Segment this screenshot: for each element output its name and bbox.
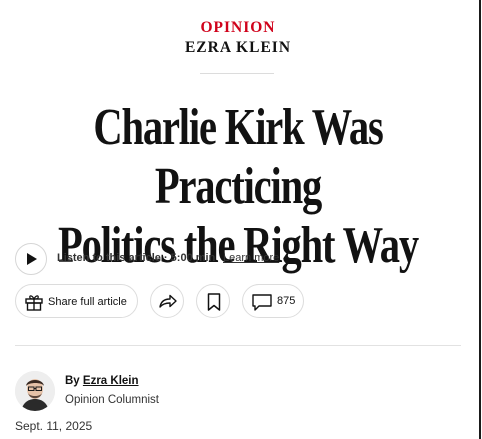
author-name-link[interactable]: Ezra Klein (83, 375, 139, 387)
save-bookmark-button[interactable] (196, 284, 230, 318)
byline: By Ezra Klein (65, 375, 139, 387)
comment-icon (252, 294, 272, 311)
listen-label: Listen to this article · 5:00 min (57, 252, 216, 264)
author-photo (15, 371, 55, 411)
byline-divider (15, 345, 461, 346)
kicker-divider (200, 73, 274, 74)
comments-button[interactable]: 875 (242, 284, 304, 318)
learn-more-link[interactable]: Learn more (223, 252, 279, 264)
author-role: Opinion Columnist (65, 394, 159, 406)
author-avatar[interactable] (15, 371, 55, 411)
share-arrow-icon (159, 294, 177, 308)
play-icon (27, 253, 37, 265)
gift-icon (25, 295, 43, 311)
share-full-article-label: Share full article (48, 296, 127, 308)
headline-line-1: Charlie Kirk Was Practicing (93, 99, 383, 215)
article-headline: Charlie Kirk Was Practicing Politics the… (52, 98, 423, 275)
share-full-article-button[interactable]: Share full article (15, 284, 138, 318)
page-edge-rule (479, 0, 481, 439)
bookmark-icon (207, 293, 221, 311)
section-label[interactable]: OPINION (0, 19, 476, 37)
byline-prefix: By (65, 375, 80, 387)
listen-play-button[interactable] (15, 243, 47, 275)
comment-count: 875 (277, 295, 296, 307)
headline-line-2: Politics the Right Way (58, 217, 419, 274)
share-button[interactable] (150, 284, 184, 318)
publish-date: Sept. 11, 2025 (15, 419, 93, 433)
columnist-label[interactable]: EZRA KLEIN (0, 39, 476, 57)
